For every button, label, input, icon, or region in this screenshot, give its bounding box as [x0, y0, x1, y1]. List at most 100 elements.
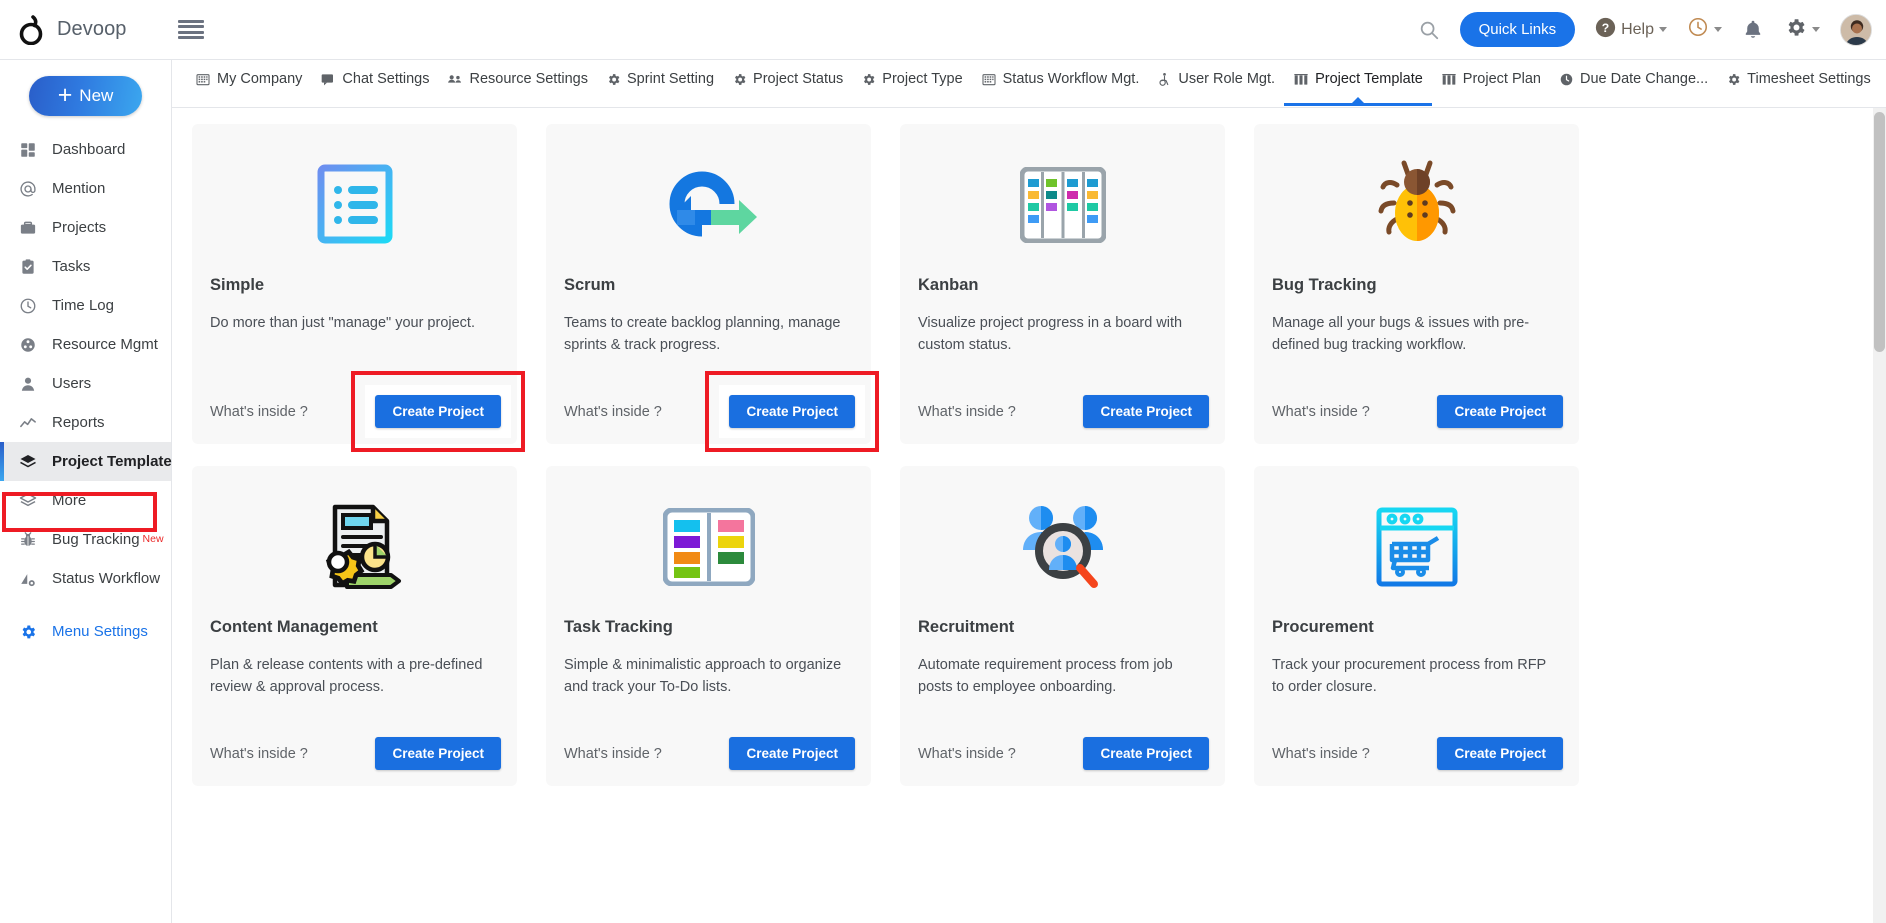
sidebar-item-more[interactable]: More [0, 481, 171, 520]
content-scrollbar-thumb[interactable] [1874, 112, 1885, 352]
sidebar-item-label: Time Log [52, 297, 114, 314]
tab-status-workflow-mgt[interactable]: Status Workflow Mgt. [972, 60, 1149, 106]
help-label: Help [1621, 20, 1654, 38]
sidebar-item-menu-settings[interactable]: Menu Settings [0, 612, 171, 651]
tab-project-template[interactable]: Project Template [1284, 60, 1432, 106]
chevron-down-icon [1714, 27, 1722, 32]
template-title: Task Tracking [564, 618, 673, 636]
checklist-icon [208, 146, 501, 264]
sidebar-item-label: Menu Settings [52, 623, 148, 640]
template-card-footer: What's inside ? Create Project [562, 371, 879, 452]
tab-label: Resource Settings [469, 71, 588, 87]
new-button-label: New [79, 86, 114, 105]
whats-inside-link[interactable]: What's inside ? [918, 404, 1016, 420]
create-project-button[interactable]: Create Project [729, 737, 855, 770]
scrum-cycle-icon [562, 146, 855, 264]
bell-icon[interactable] [1742, 18, 1764, 41]
gear-icon [732, 72, 747, 87]
create-project-button[interactable]: Create Project [729, 395, 855, 428]
top-bar-actions: Quick Links ? Help [1418, 12, 1886, 47]
tab-user-role-mgt[interactable]: User Role Mgt. [1148, 60, 1284, 106]
tab-project-type[interactable]: Project Type [852, 60, 971, 106]
hamburger-icon[interactable] [178, 19, 204, 40]
tab-project-status[interactable]: Project Status [723, 60, 852, 106]
create-project-button[interactable]: Create Project [1083, 737, 1209, 770]
template-description: Track your procurement process from RFP … [1272, 657, 1546, 695]
tab-label: Chat Settings [342, 71, 430, 87]
annotation-box-create-project: Create Project [705, 371, 879, 452]
template-card-footer: What's inside ? Create Project [916, 737, 1209, 770]
active-tab-underline [1284, 103, 1432, 106]
sidebar-item-resource-mgmt[interactable]: Resource Mgmt [0, 325, 171, 364]
search-icon[interactable] [1418, 19, 1440, 41]
tab-label: Status Workflow Mgt. [1002, 71, 1140, 87]
sidebar-item-label: Tasks [52, 258, 91, 275]
tab-label: Project Type [882, 71, 963, 87]
template-card-footer: What's inside ? Create Project [1270, 737, 1563, 770]
whats-inside-link[interactable]: What's inside ? [210, 404, 308, 420]
quick-links-button[interactable]: Quick Links [1459, 12, 1576, 47]
tab-resource-settings[interactable]: Resource Settings [438, 60, 596, 106]
avatar[interactable] [1840, 13, 1872, 46]
tab-project-plan[interactable]: Project Plan [1432, 60, 1550, 106]
create-project-wrapper: Create Project [1083, 737, 1209, 770]
template-title: Scrum [564, 276, 616, 294]
sidebar-item-status-workflow[interactable]: Status Workflow [0, 559, 171, 598]
sidebar-item-users[interactable]: Users [0, 364, 171, 403]
columns-icon [1441, 72, 1457, 88]
settings-menu[interactable] [1784, 16, 1820, 44]
sidebar-item-time-log[interactable]: Time Log [0, 286, 171, 325]
create-project-wrapper: Create Project [1437, 395, 1563, 428]
create-project-button[interactable]: Create Project [375, 737, 501, 770]
tab-sprint-setting[interactable]: Sprint Setting [597, 60, 723, 106]
sidebar-item-label: Status Workflow [52, 570, 161, 587]
new-button[interactable]: + New [29, 76, 142, 116]
tab-due-date-change[interactable]: Due Date Change... [1550, 60, 1717, 106]
gear-icon [18, 622, 38, 642]
resource-icon [18, 335, 38, 355]
template-description: Visualize project progress in a board wi… [918, 315, 1183, 353]
create-project-button[interactable]: Create Project [1437, 395, 1563, 428]
create-project-button[interactable]: Create Project [375, 395, 501, 428]
whats-inside-link[interactable]: What's inside ? [1272, 746, 1370, 762]
sidebar-item-reports[interactable]: Reports [0, 403, 171, 442]
template-card: Kanban Visualize project progress in a bo… [900, 124, 1225, 444]
columns-icon [1293, 72, 1309, 88]
whats-inside-link[interactable]: What's inside ? [564, 746, 662, 762]
whats-inside-link[interactable]: What's inside ? [210, 746, 308, 762]
time-menu[interactable] [1687, 16, 1722, 43]
whats-inside-link[interactable]: What's inside ? [564, 404, 662, 420]
people-gear-icon [447, 72, 463, 88]
sidebar-item-label: Projects [52, 219, 107, 236]
whats-inside-link[interactable]: What's inside ? [1272, 404, 1370, 420]
tab-label: My Company [217, 71, 303, 87]
whats-inside-link[interactable]: What's inside ? [918, 746, 1016, 762]
template-card-footer: What's inside ? Create Project [208, 371, 525, 452]
tab-label: Project Plan [1462, 71, 1541, 87]
help-menu[interactable]: ? Help [1595, 17, 1667, 43]
gear-icon [861, 72, 876, 87]
tab-timesheet-settings[interactable]: Timesheet Settings [1717, 60, 1880, 106]
template-description: Plan & release contents with a pre-defin… [210, 657, 483, 695]
sidebar-item-mention[interactable]: Mention [0, 169, 171, 208]
sidebar-item-bug-tracking[interactable]: Bug Tracking New [0, 520, 171, 559]
sidebar-item-tasks[interactable]: Tasks [0, 247, 171, 286]
template-card: Scrum Teams to create backlog planning, m… [546, 124, 879, 452]
sidebar-item-project-template[interactable]: Project Template [0, 442, 172, 481]
plus-icon: + [57, 80, 73, 109]
create-project-button[interactable]: Create Project [1437, 737, 1563, 770]
annotation-box-create-project: Create Project [351, 371, 525, 452]
create-project-button[interactable]: Create Project [1083, 395, 1209, 428]
sidebar-item-projects[interactable]: Projects [0, 208, 171, 247]
tab-chat-settings[interactable]: Chat Settings [311, 60, 438, 106]
tab-label: User Role Mgt. [1178, 71, 1276, 87]
building-icon [195, 72, 211, 88]
gear-icon [1784, 16, 1807, 44]
sidebar-item-label: More [52, 492, 87, 509]
settings-tab-bar: My Company Chat Settings Resource Settings… [172, 60, 1886, 108]
tab-my-company[interactable]: My Company [186, 60, 311, 106]
layers-icon [18, 452, 38, 472]
sidebar: + New Dashboard Mention Projects Tasks Time … [0, 60, 172, 923]
template-card: Recruitment Automate requirement process … [900, 466, 1225, 786]
sidebar-item-dashboard[interactable]: Dashboard [0, 130, 171, 169]
